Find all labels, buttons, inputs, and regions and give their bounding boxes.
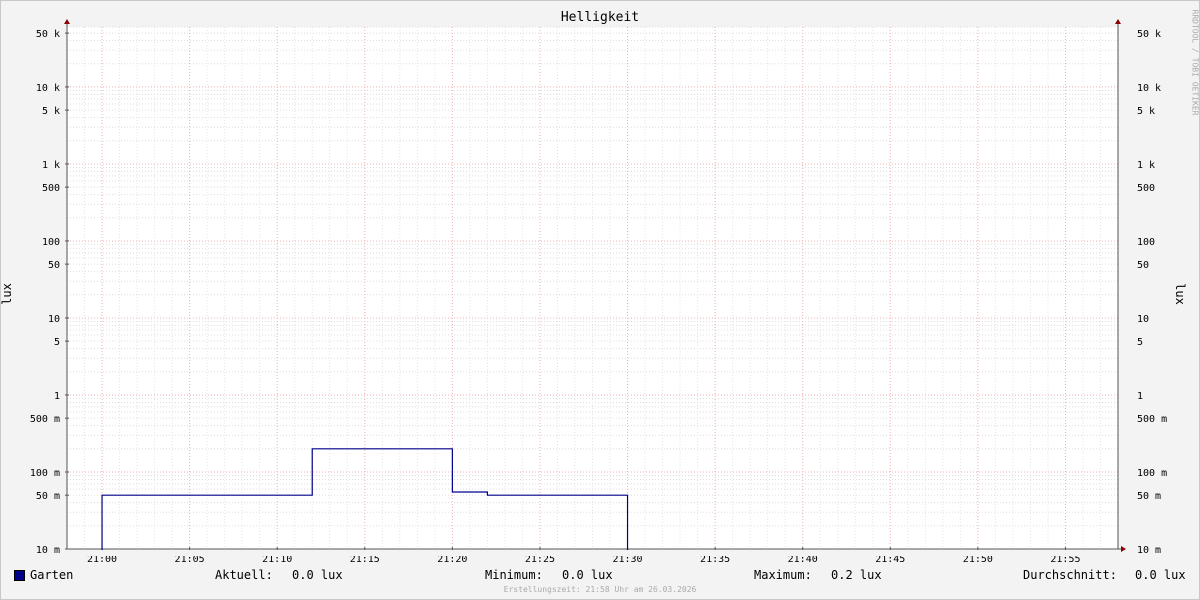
legend-series-name: Garten xyxy=(30,568,74,582)
y-tick-label-right: 5 xyxy=(1137,337,1143,348)
y-tick-label-right: 500 xyxy=(1137,183,1155,194)
below-axis-mask xyxy=(66,550,1119,556)
legend-stat-label-maximum: Maximum: xyxy=(754,568,812,582)
y-tick-label-right: 10 m xyxy=(1137,545,1161,556)
y-tick-label-right: 1 k xyxy=(1137,160,1155,171)
y-tick-label-left: 10 k xyxy=(36,83,60,94)
y-tick-label-right: 50 k xyxy=(1137,29,1161,40)
y-tick-label-right: 50 xyxy=(1137,260,1149,271)
creation-time-footer: Erstellungszeit: 21:58 Uhr am 26.03.2026 xyxy=(503,585,697,594)
y-tick-label-left: 100 xyxy=(42,237,60,248)
chart-canvas: 50 k 50 k 10 k 10 k 5 k 5 k 1 k 1 k 500 500 100 100… xyxy=(30,19,1167,565)
y-tick-label-right: 5 k xyxy=(1137,106,1155,117)
y-tick-label-left: 1 k xyxy=(42,160,60,171)
y-tick-label-left: 500 m xyxy=(30,414,60,425)
legend-stat-value-current: 0.0 lux xyxy=(292,568,343,582)
x-axis-arrow xyxy=(1121,546,1126,552)
y-tick-label-left: 5 k xyxy=(42,106,60,117)
legend-stat-label-minimum: Minimum: xyxy=(485,568,543,582)
legend: Garten Aktuell: 0.0 lux Minimum: 0.0 lux… xyxy=(0,568,1200,584)
legend-stat-value-minimum: 0.0 lux xyxy=(562,568,613,582)
legend-stat-label-average: Durchschnitt: xyxy=(1023,568,1117,582)
y-tick-label-right: 500 m xyxy=(1137,414,1167,425)
y-tick-label-left: 5 xyxy=(54,337,60,348)
y-tick-label-left: 1 xyxy=(54,391,60,402)
watermark: RRDTOOL / TOBI OETIKER xyxy=(1190,9,1200,116)
y-tick-label-left: 10 xyxy=(48,314,60,325)
y-axis-label-right: lux xyxy=(1172,283,1187,305)
y-tick-label-right: 50 m xyxy=(1137,491,1161,502)
legend-stat-value-average: 0.0 lux xyxy=(1135,568,1186,582)
y-tick-label-left: 10 m xyxy=(36,545,60,556)
y-tick-label-right: 10 k xyxy=(1137,83,1161,94)
y-tick-label-left: 500 xyxy=(42,183,60,194)
y-tick-label-right: 1 xyxy=(1137,391,1143,402)
y-axis-label-left: lux xyxy=(0,283,14,305)
y-tick-label-right: 10 xyxy=(1137,314,1149,325)
y-tick-label-left: 50 xyxy=(48,260,60,271)
y-tick-label-left: 100 m xyxy=(30,468,60,479)
y-tick-label-right: 100 m xyxy=(1137,468,1167,479)
y-tick-label-left: 50 m xyxy=(36,491,60,502)
chart-title: Helligkeit xyxy=(560,10,640,25)
legend-stat-value-maximum: 0.2 lux xyxy=(831,568,882,582)
y-tick-label-right: 100 xyxy=(1137,237,1155,248)
y-tick-label-left: 50 k xyxy=(36,29,60,40)
legend-stat-label-current: Aktuell: xyxy=(215,568,273,582)
legend-swatch-garten xyxy=(14,570,25,581)
